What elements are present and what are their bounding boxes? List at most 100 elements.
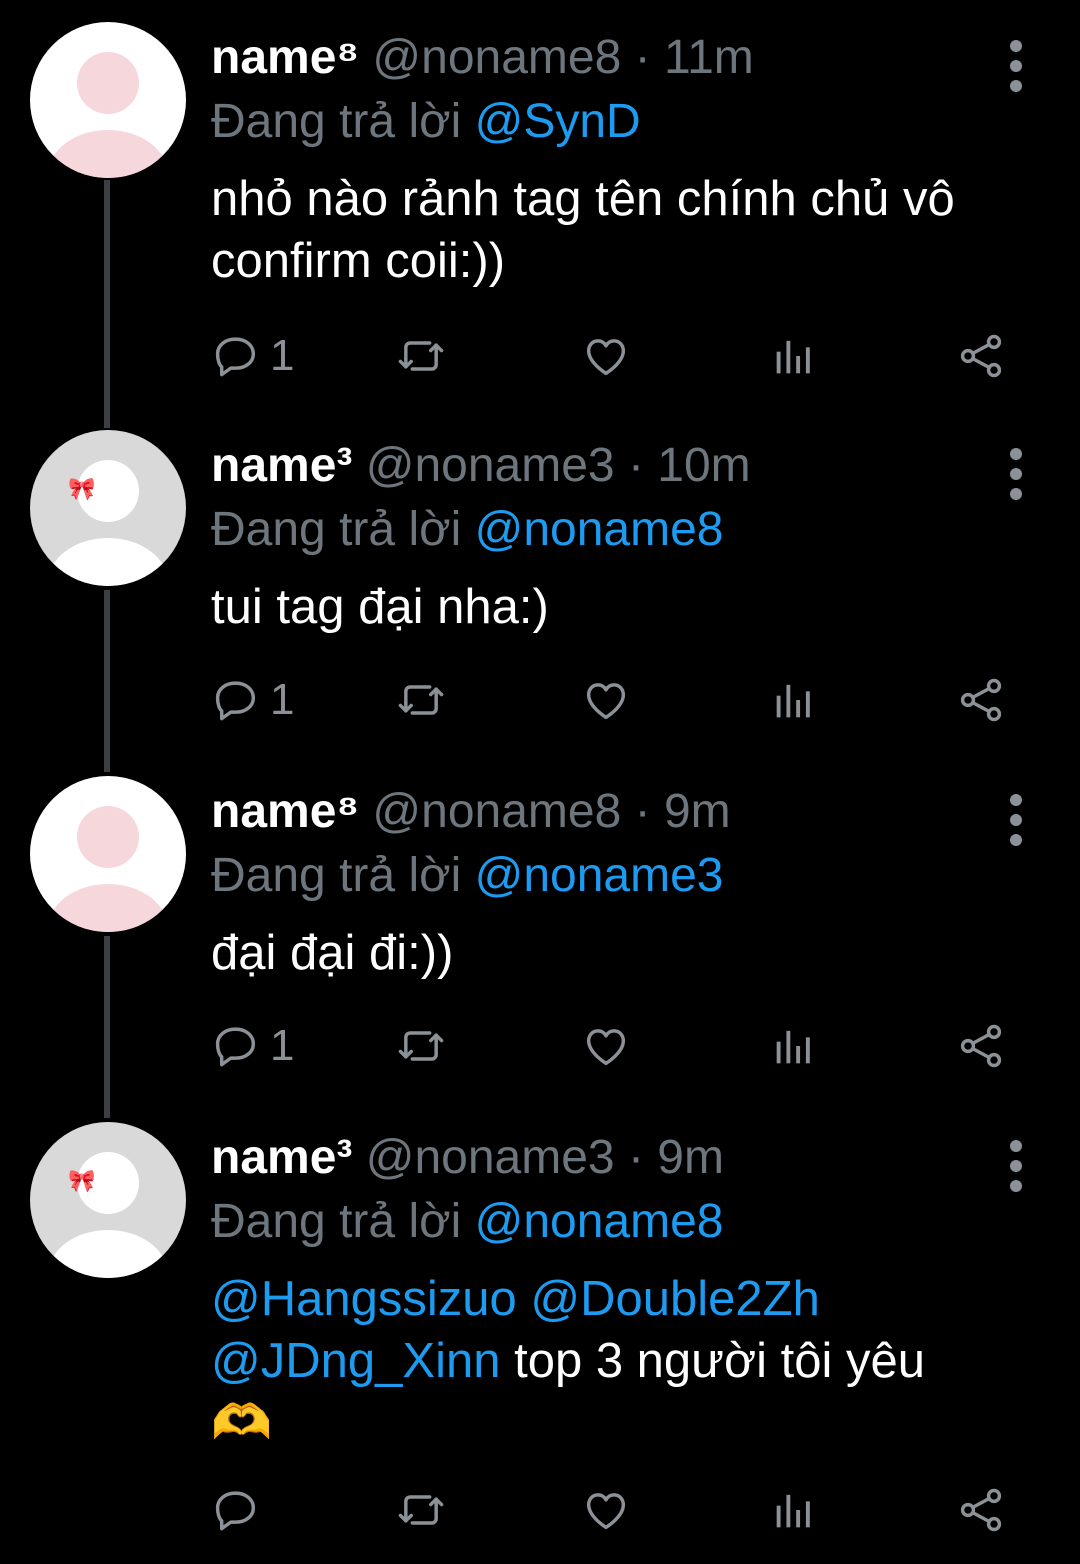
reply-bubble-button[interactable]: 1: [210, 1016, 294, 1076]
bar-chart-icon: [768, 1484, 820, 1536]
thread-line: [104, 180, 110, 428]
more-vertical-icon[interactable]: [1004, 444, 1028, 504]
display-name[interactable]: name⁸: [211, 785, 359, 838]
heart-icon: [580, 330, 632, 382]
replying-to-mention[interactable]: @noname8: [475, 1195, 724, 1248]
heart-button[interactable]: [580, 1016, 632, 1076]
tweet-header: name³ @noname3 · 9m: [211, 1128, 724, 1188]
bow-icon: 🎀: [68, 1168, 96, 1193]
retweet-button[interactable]: [395, 326, 447, 386]
tweet-header: name⁸ @noname8 · 9m: [211, 782, 731, 842]
tweet-text-line: đại đại đi:)): [211, 926, 454, 980]
bar-chart-icon: [768, 330, 820, 382]
share-button[interactable]: [955, 670, 1007, 730]
timestamp[interactable]: · 9m: [635, 785, 731, 838]
replying-to: Đang trả lời @SynD: [211, 92, 641, 152]
tweet-text: nhỏ nào rảnh tag tên chính chủ vô confir…: [211, 168, 1051, 292]
reply-count: 1: [270, 1021, 295, 1070]
tweet-text-line: @JDng_Xinn top 3 người tôi yêu: [211, 1330, 1051, 1392]
bow-icon: 🎀: [68, 476, 96, 501]
replying-to-label: Đang trả lời: [211, 1195, 462, 1248]
reply-bubble-button[interactable]: [210, 1480, 270, 1540]
retweet-icon: [395, 674, 447, 726]
heart-icon: [580, 1020, 632, 1072]
bar-chart-icon: [768, 674, 820, 726]
handle[interactable]: @noname3: [366, 439, 615, 492]
avatar[interactable]: 🎀: [30, 1122, 186, 1278]
timestamp[interactable]: · 9m: [628, 1131, 724, 1184]
avatar-head: [77, 806, 139, 868]
reply-bubble-icon: [210, 330, 262, 382]
bar-chart-button[interactable]: [768, 1016, 820, 1076]
bar-chart-button[interactable]: [768, 326, 820, 386]
avatar-body: [48, 130, 168, 178]
avatar-body: [48, 884, 168, 932]
bar-chart-button[interactable]: [768, 1480, 820, 1540]
replying-to: Đang trả lời @noname3: [211, 846, 723, 906]
reply-bubble-icon: [210, 1020, 262, 1072]
reply-count: 1: [270, 331, 295, 380]
replying-to-mention[interactable]: @SynD: [475, 95, 641, 148]
tweet-text: tui tag đại nha:): [211, 576, 1051, 638]
action-bar: 1: [0, 670, 1080, 730]
action-bar: 1: [0, 326, 1080, 386]
display-name[interactable]: name⁸: [211, 31, 359, 84]
avatar[interactable]: [30, 776, 186, 932]
avatar[interactable]: [30, 22, 186, 178]
heart-button[interactable]: [580, 326, 632, 386]
retweet-button[interactable]: [395, 670, 447, 730]
tweet-text-line: tui tag đại nha:): [211, 580, 549, 634]
tweet-header: name⁸ @noname8 · 11m: [211, 28, 754, 88]
heart-button[interactable]: [580, 670, 632, 730]
tweet-text: @Hangssizuo @Double2Zh @JDng_Xinn top 3 …: [211, 1268, 1051, 1454]
more-vertical-icon[interactable]: [1004, 36, 1028, 96]
handle[interactable]: @noname8: [372, 785, 621, 838]
replying-to-mention[interactable]: @noname8: [475, 503, 724, 556]
timestamp[interactable]: · 11m: [635, 31, 754, 84]
tweet-text: đại đại đi:)): [211, 922, 1051, 984]
tweet-text-fragment: top 3 người tôi yêu: [500, 1334, 925, 1388]
mention-link[interactable]: @Double2Zh: [530, 1272, 819, 1326]
display-name[interactable]: name³: [211, 439, 352, 492]
heart-hands-emoji: 🫶: [211, 1396, 273, 1450]
replying-to-mention[interactable]: @noname3: [475, 849, 724, 902]
share-button[interactable]: [955, 326, 1007, 386]
reply-count: 1: [270, 675, 295, 724]
replying-to-label: Đang trả lời: [211, 849, 462, 902]
tweet-text-line: nhỏ nào rảnh tag tên chính chủ vô: [211, 172, 955, 226]
share-button[interactable]: [955, 1016, 1007, 1076]
timestamp[interactable]: · 10m: [628, 439, 751, 492]
more-vertical-icon[interactable]: [1004, 790, 1028, 850]
replying-to: Đang trả lời @noname8: [211, 1192, 723, 1252]
reply-bubble-button[interactable]: 1: [210, 326, 294, 386]
mention-link[interactable]: @Hangssizuo: [211, 1272, 517, 1326]
replying-to: Đang trả lời @noname8: [211, 500, 723, 560]
handle[interactable]: @noname3: [366, 1131, 615, 1184]
share-button[interactable]: [955, 1480, 1007, 1540]
share-icon: [955, 330, 1007, 382]
mention-link[interactable]: @JDng_Xinn: [211, 1334, 500, 1388]
handle[interactable]: @noname8: [372, 31, 621, 84]
replying-to-label: Đang trả lời: [211, 95, 462, 148]
display-name[interactable]: name³: [211, 1131, 352, 1184]
avatar-body: [48, 538, 168, 586]
retweet-button[interactable]: [395, 1016, 447, 1076]
retweet-icon: [395, 330, 447, 382]
share-icon: [955, 1020, 1007, 1072]
tweet-text-line: @Hangssizuo @Double2Zh: [211, 1268, 1051, 1330]
retweet-icon: [395, 1484, 447, 1536]
avatar[interactable]: 🎀: [30, 430, 186, 586]
tweet-header: name³ @noname3 · 10m: [211, 436, 751, 496]
share-icon: [955, 1484, 1007, 1536]
retweet-button[interactable]: [395, 1480, 447, 1540]
reply-bubble-button[interactable]: 1: [210, 670, 294, 730]
bar-chart-button[interactable]: [768, 670, 820, 730]
reply-bubble-icon: [210, 674, 262, 726]
replying-to-label: Đang trả lời: [211, 503, 462, 556]
more-vertical-icon[interactable]: [1004, 1136, 1028, 1196]
bar-chart-icon: [768, 1020, 820, 1072]
heart-button[interactable]: [580, 1480, 632, 1540]
avatar-head: [77, 52, 139, 114]
avatar-body: [48, 1230, 168, 1278]
retweet-icon: [395, 1020, 447, 1072]
